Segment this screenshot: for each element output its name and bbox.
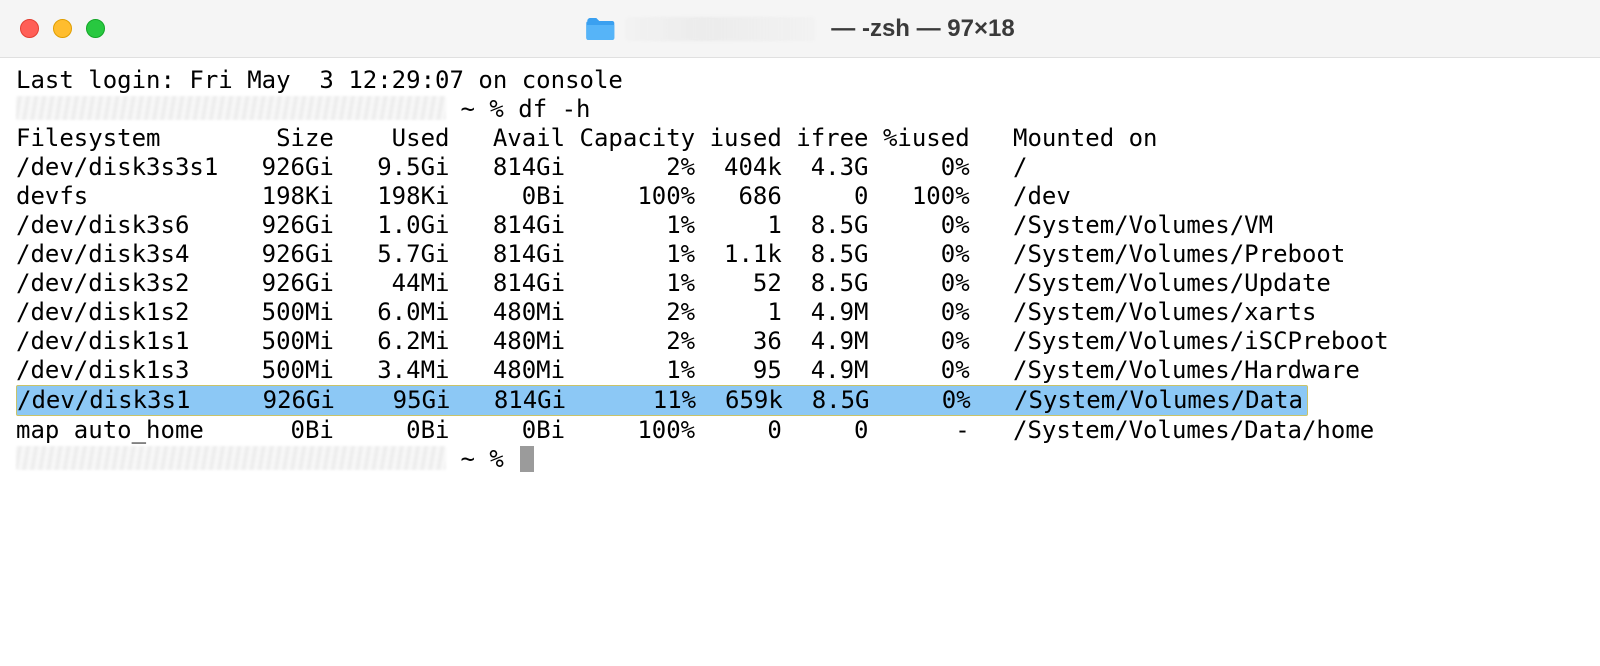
terminal-line: map auto_home 0Bi 0Bi 0Bi 100% 0 0 - /Sy… <box>16 416 1584 445</box>
hostname-redacted <box>16 446 446 470</box>
minimize-button[interactable] <box>53 19 72 38</box>
traffic-light-group <box>20 19 105 38</box>
terminal-line: ~ % df -h <box>16 95 1584 124</box>
terminal-line: devfs 198Ki 198Ki 0Bi 100% 686 0 100% /d… <box>16 182 1584 211</box>
terminal-line: /dev/disk3s3s1 926Gi 9.5Gi 814Gi 2% 404k… <box>16 153 1584 182</box>
terminal-line: ~ % <box>16 445 1584 474</box>
terminal-line: /dev/disk1s1 500Mi 6.2Mi 480Mi 2% 36 4.9… <box>16 327 1584 356</box>
hostname-redacted <box>16 96 446 120</box>
terminal-line: Last login: Fri May 3 12:29:07 on consol… <box>16 66 1584 95</box>
highlighted-row: /dev/disk3s1 926Gi 95Gi 814Gi 11% 659k 8… <box>16 385 1308 416</box>
window-titlebar: — -zsh — 97×18 <box>0 0 1600 58</box>
terminal-line: /dev/disk3s6 926Gi 1.0Gi 814Gi 1% 1 8.5G… <box>16 211 1584 240</box>
terminal-line: /dev/disk3s1 926Gi 95Gi 814Gi 11% 659k 8… <box>16 385 1584 416</box>
terminal-line: /dev/disk3s2 926Gi 44Mi 814Gi 1% 52 8.5G… <box>16 269 1584 298</box>
folder-icon <box>585 17 615 41</box>
terminal-line: /dev/disk1s3 500Mi 3.4Mi 480Mi 1% 95 4.9… <box>16 356 1584 385</box>
close-button[interactable] <box>20 19 39 38</box>
terminal-line: /dev/disk1s2 500Mi 6.0Mi 480Mi 2% 1 4.9M… <box>16 298 1584 327</box>
title-text: — -zsh — 97×18 <box>831 15 1014 43</box>
title-redacted <box>625 17 815 41</box>
terminal-line: /dev/disk3s4 926Gi 5.7Gi 814Gi 1% 1.1k 8… <box>16 240 1584 269</box>
cursor <box>520 446 534 472</box>
window-title: — -zsh — 97×18 <box>585 15 1014 43</box>
zoom-button[interactable] <box>86 19 105 38</box>
terminal-output[interactable]: Last login: Fri May 3 12:29:07 on consol… <box>0 58 1600 482</box>
terminal-line: Filesystem Size Used Avail Capacity iuse… <box>16 124 1584 153</box>
